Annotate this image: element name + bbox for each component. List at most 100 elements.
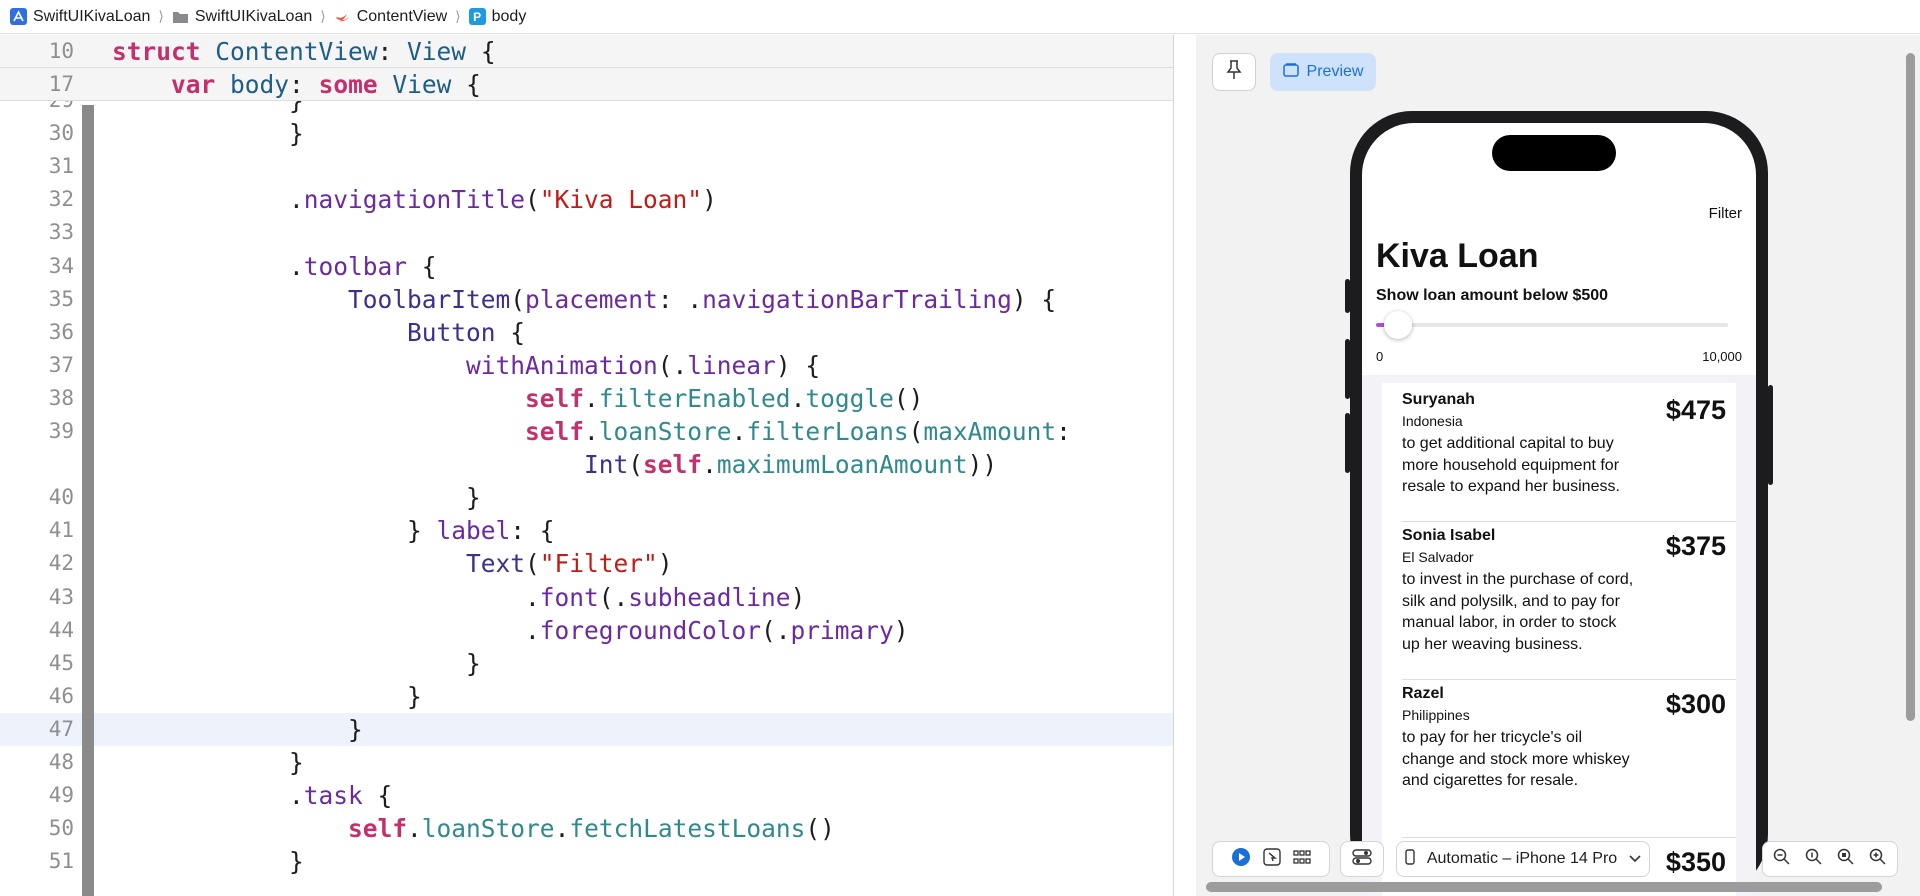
preview-button[interactable]: Preview [1270, 53, 1376, 91]
xcode-window: SwiftUIKivaLoan ⟩ SwiftUIKivaLoan ⟩ Cont… [0, 0, 1920, 896]
live-preview-play-icon[interactable] [1231, 847, 1251, 872]
sticky-code-line[interactable]: 17 var body: some View { [0, 68, 1173, 101]
device-settings-button[interactable] [1340, 841, 1384, 877]
breadcrumb-project[interactable]: SwiftUIKivaLoan [10, 8, 150, 26]
zoom-actual-size-icon[interactable] [1805, 848, 1823, 871]
code-text: .task { [112, 779, 392, 812]
code-text: Text("Filter") [112, 547, 673, 580]
variants-grid-icon[interactable] [1293, 849, 1311, 869]
line-number: 46 [48, 683, 74, 708]
code-token: linear [687, 350, 776, 380]
code-token: ContentView [215, 37, 378, 66]
code-line[interactable]: 36 Button { [0, 316, 1173, 349]
selectable-mode-icon[interactable] [1263, 847, 1281, 871]
loan-row[interactable]: Razel Philippines to pay for her tricycle'… [1402, 685, 1726, 843]
breadcrumb-symbol[interactable]: P body [468, 8, 526, 26]
code-token: loanStore [598, 417, 732, 446]
code-line[interactable]: 40 } [0, 481, 1173, 514]
code-line[interactable]: 35 ToolbarItem(placement: .navigationBar… [0, 283, 1173, 316]
code-line[interactable]: 37 withAnimation(.linear) { [0, 349, 1173, 382]
code-token: } [112, 648, 481, 678]
code-line[interactable]: 30 } [0, 117, 1173, 150]
code-line[interactable]: 32 .navigationTitle("Kiva Loan") [0, 183, 1173, 216]
slider-thumb[interactable] [1383, 311, 1412, 339]
current-line[interactable]: 47 } [0, 712, 1173, 746]
code-line[interactable]: 38 self.filterEnabled.toggle() [0, 382, 1173, 415]
app-screen[interactable]: Filter Kiva Loan Show loan amount below … [1362, 123, 1756, 896]
loan-country: Philippines [1402, 707, 1470, 723]
swift-file-icon [334, 8, 351, 25]
code-token: { [495, 317, 526, 347]
line-number: 37 [48, 352, 74, 377]
code-line[interactable]: 45 } [0, 647, 1173, 680]
preview-button-label: Preview [1306, 63, 1364, 80]
code-token: self [643, 450, 703, 480]
code-token: font [539, 582, 599, 612]
code-line[interactable]: 41 } label: { [0, 514, 1173, 547]
preview-bottom-bar: Automatic – iPhone 14 Pro [1196, 835, 1920, 881]
code-line[interactable]: 42 Text("Filter") [0, 547, 1173, 580]
line-number: 39 [48, 419, 74, 443]
line-number: 45 [48, 650, 74, 675]
action-button [1345, 279, 1350, 313]
filter-toolbar-button[interactable]: Filter [1709, 205, 1742, 222]
code-line[interactable]: 33 [0, 216, 1173, 249]
pin-preview-button[interactable] [1212, 53, 1256, 91]
zoom-out-icon[interactable] [1773, 848, 1791, 871]
zoom-to-fit-icon[interactable] [1837, 848, 1855, 871]
device-picker[interactable]: Automatic – iPhone 14 Pro [1396, 841, 1650, 877]
chevron-down-icon [1629, 850, 1641, 868]
code-token: ( [525, 185, 540, 215]
code-text: .foregroundColor(.primary) [112, 614, 909, 647]
code-token: } [112, 483, 481, 513]
breadcrumb-file[interactable]: ContentView [334, 8, 447, 26]
code-line[interactable]: 49 .task { [0, 779, 1173, 812]
code-token: : [289, 70, 319, 99]
iphone-icon [1405, 848, 1415, 870]
code-line[interactable]: 50 self.loanStore.fetchLatestLoans() [0, 812, 1173, 845]
code-token: "Filter" [539, 549, 658, 579]
row-divider [1402, 679, 1736, 680]
line-number: 34 [48, 253, 74, 278]
loan-row[interactable]: Suryanah Indonesia to get additional capit… [1402, 391, 1726, 527]
code-line[interactable]: Int(self.maximumLoanAmount)) [0, 448, 1173, 481]
preview-vertical-scrollbar[interactable] [1906, 53, 1915, 721]
code-token: } [112, 714, 363, 744]
code-token: { [466, 37, 496, 66]
code-text: } [112, 647, 481, 680]
code-text: } [112, 680, 422, 713]
code-token: label [436, 516, 511, 546]
breadcrumb-project-label: SwiftUIKivaLoan [33, 7, 151, 25]
code-line[interactable]: 43 .font(.subheadline) [0, 581, 1173, 614]
code-line[interactable]: 46 } [0, 680, 1173, 713]
code-line[interactable]: 34 .toolbar { [0, 250, 1173, 283]
loan-amount-slider[interactable] [1376, 309, 1728, 339]
code-token: ( [525, 549, 540, 579]
loan-amount: $475 [1665, 395, 1726, 425]
zoom-in-icon[interactable] [1869, 848, 1887, 871]
code-token: (. [761, 615, 791, 645]
code-token: filterLoans [746, 417, 909, 446]
code-token: } [112, 748, 304, 777]
line-number: 43 [48, 584, 74, 609]
loan-row[interactable]: Sonia Isabel El Salvador to invest in the … [1402, 527, 1726, 685]
code-line[interactable]: 31 [0, 150, 1173, 183]
code-token: () [893, 383, 924, 413]
code-line[interactable]: 51 } [0, 845, 1173, 878]
code-line[interactable]: 48 } [0, 746, 1173, 779]
code-text: .toolbar { [112, 250, 437, 283]
breadcrumb-file-label: ContentView [356, 7, 448, 25]
code-editor[interactable]: 29 }30 }3132 .navigationTitle("Kiva Loan… [0, 35, 1174, 896]
preview-horizontal-scrollbar[interactable] [1206, 882, 1882, 892]
line-number: 49 [48, 783, 74, 808]
code-line[interactable]: 44 .foregroundColor(.primary) [0, 614, 1173, 647]
code-token: body [230, 70, 290, 99]
volume-up-button [1345, 339, 1350, 399]
line-number: 48 [48, 750, 74, 774]
breadcrumb-folder[interactable]: SwiftUIKivaLoan [172, 8, 312, 26]
loan-use: to get additional capital to buy more ho… [1402, 435, 1620, 495]
code-line[interactable]: 39 self.loanStore.filterLoans(maxAmount: [0, 415, 1173, 448]
loan-list[interactable]: Suryanah Indonesia to get additional capit… [1382, 383, 1736, 896]
sticky-code-line[interactable]: 10 struct ContentView: View { [0, 35, 1173, 68]
